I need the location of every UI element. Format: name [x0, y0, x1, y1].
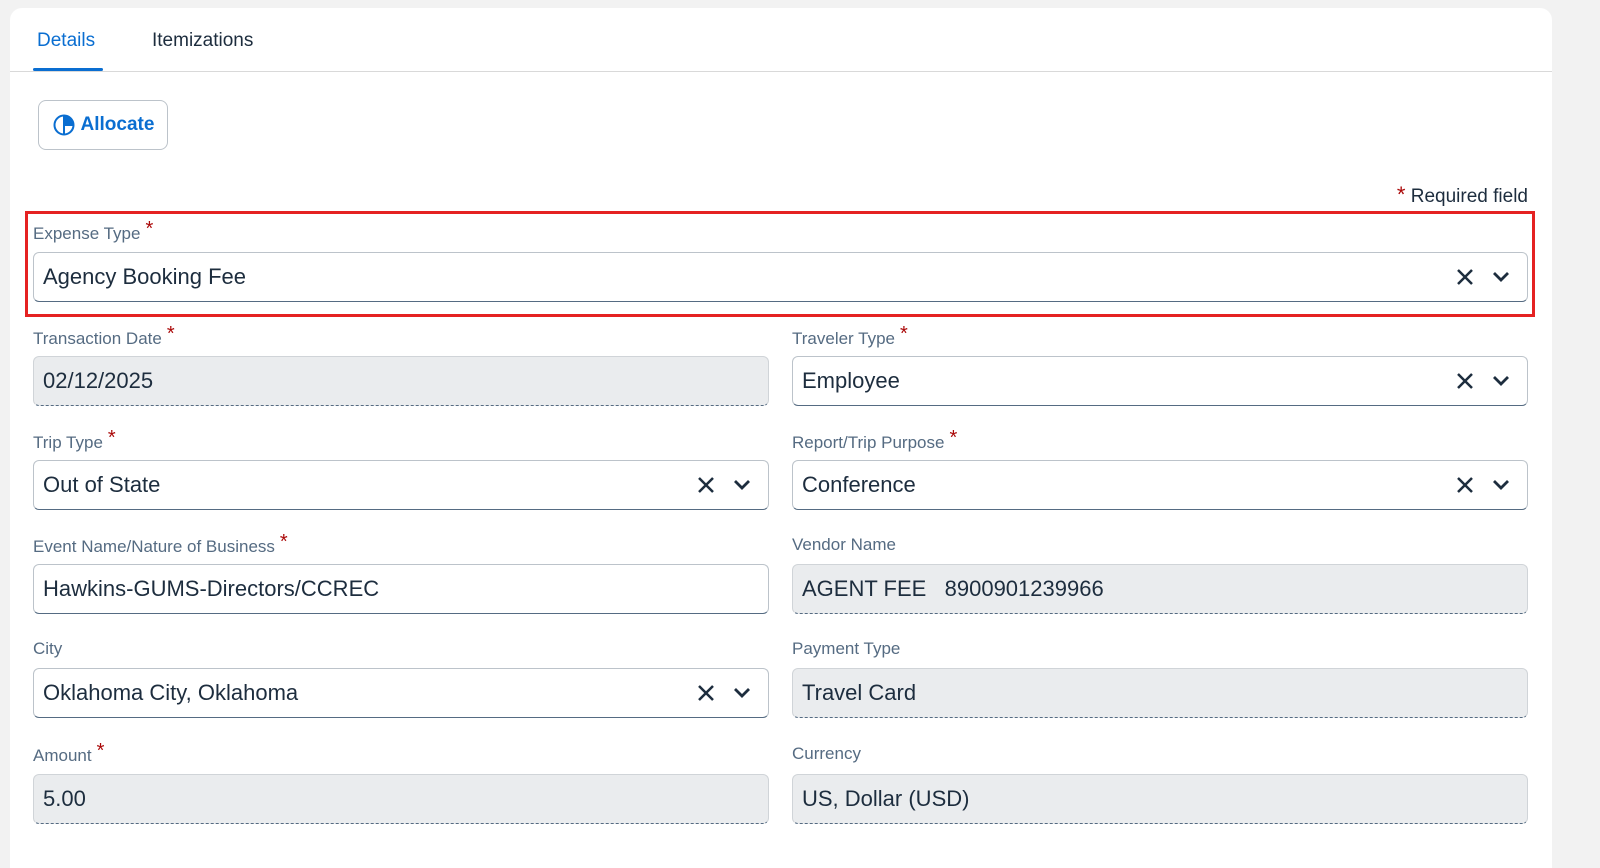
- active-tab-indicator: [33, 68, 103, 71]
- report-purpose-value: Conference: [802, 472, 916, 497]
- currency-label-text: Currency: [792, 744, 861, 763]
- traveler-type-combobox[interactable]: Employee: [792, 356, 1528, 406]
- expense-type-value: Agency Booking Fee: [43, 264, 247, 289]
- traveler-type-label-text: Traveler Type: [792, 329, 895, 348]
- payment-type-label: Payment Type: [792, 639, 900, 659]
- city-label-text: City: [33, 639, 63, 658]
- required-field-note: * Required field: [1397, 182, 1528, 208]
- event-name-label-text: Event Name/Nature of Business: [33, 537, 275, 556]
- clear-icon[interactable]: [688, 675, 724, 711]
- expense-type-label-text: Expense Type: [33, 224, 141, 243]
- payment-type-value: Travel Card: [802, 680, 917, 705]
- required-star: *: [900, 323, 908, 345]
- clear-icon[interactable]: [1447, 259, 1483, 295]
- vendor-name-label-text: Vendor Name: [792, 535, 896, 554]
- chevron-down-icon[interactable]: [1483, 467, 1519, 503]
- trip-type-value: Out of State: [43, 472, 161, 497]
- vendor-name-field: AGENT FEE 8900901239966: [792, 564, 1528, 614]
- event-name-input[interactable]: Hawkins-GUMS-Directors/CCREC: [33, 564, 769, 614]
- pie-chart-icon: [53, 114, 75, 136]
- clear-icon[interactable]: [1447, 363, 1483, 399]
- transaction-date-label: Transaction Date *: [33, 323, 175, 350]
- chevron-down-icon[interactable]: [724, 467, 760, 503]
- trip-type-label-text: Trip Type: [33, 433, 103, 452]
- tab-bar: Details Itemizations: [10, 8, 1552, 72]
- report-purpose-label: Report/Trip Purpose *: [792, 427, 957, 454]
- currency-label: Currency: [792, 744, 861, 764]
- trip-type-combobox[interactable]: Out of State: [33, 460, 769, 510]
- required-field-text: Required field: [1410, 186, 1528, 207]
- required-star: *: [279, 531, 288, 553]
- traveler-type-label: Traveler Type *: [792, 323, 908, 350]
- clear-icon[interactable]: [1447, 467, 1483, 503]
- allocate-button[interactable]: Allocate: [38, 100, 168, 150]
- amount-value: 5.00: [43, 786, 86, 811]
- chevron-down-icon[interactable]: [1483, 363, 1519, 399]
- amount-label: Amount *: [33, 740, 104, 767]
- required-star: *: [145, 218, 154, 240]
- clear-icon[interactable]: [688, 467, 724, 503]
- chevron-down-icon[interactable]: [724, 675, 760, 711]
- report-purpose-label-text: Report/Trip Purpose: [792, 433, 945, 452]
- traveler-type-value: Employee: [802, 368, 900, 393]
- city-label: City: [33, 639, 62, 659]
- expense-type-label: Expense Type *: [33, 218, 153, 245]
- required-star: *: [1396, 182, 1406, 207]
- required-star: *: [96, 740, 105, 762]
- currency-field: US, Dollar (USD): [792, 774, 1528, 824]
- city-value: Oklahoma City, Oklahoma: [43, 680, 299, 705]
- trip-type-label: Trip Type *: [33, 427, 116, 454]
- transaction-date-label-text: Transaction Date: [33, 329, 162, 348]
- tab-details[interactable]: Details: [37, 30, 95, 52]
- expense-details-card: Details Itemizations Allocate * Required…: [10, 8, 1552, 868]
- tab-itemizations[interactable]: Itemizations: [152, 30, 253, 52]
- amount-field: 5.00: [33, 774, 769, 824]
- expense-type-combobox[interactable]: Agency Booking Fee: [33, 252, 1528, 302]
- chevron-down-icon[interactable]: [1483, 259, 1519, 295]
- event-name-label: Event Name/Nature of Business *: [33, 531, 288, 558]
- transaction-date-field: 02/12/2025: [33, 356, 769, 406]
- report-purpose-combobox[interactable]: Conference: [792, 460, 1528, 510]
- currency-value: US, Dollar (USD): [802, 786, 970, 811]
- vendor-name-label: Vendor Name: [792, 535, 896, 555]
- payment-type-label-text: Payment Type: [792, 639, 901, 658]
- required-star: *: [949, 427, 958, 449]
- event-name-value: Hawkins-GUMS-Directors/CCREC: [43, 576, 380, 601]
- required-star: *: [166, 323, 175, 345]
- required-star: *: [107, 427, 116, 449]
- transaction-date-value: 02/12/2025: [43, 368, 154, 393]
- city-combobox[interactable]: Oklahoma City, Oklahoma: [33, 668, 769, 718]
- allocate-label: Allocate: [80, 114, 155, 135]
- vendor-name-value: AGENT FEE 8900901239966: [802, 576, 1104, 601]
- amount-label-text: Amount: [33, 746, 92, 765]
- payment-type-field: Travel Card: [792, 668, 1528, 718]
